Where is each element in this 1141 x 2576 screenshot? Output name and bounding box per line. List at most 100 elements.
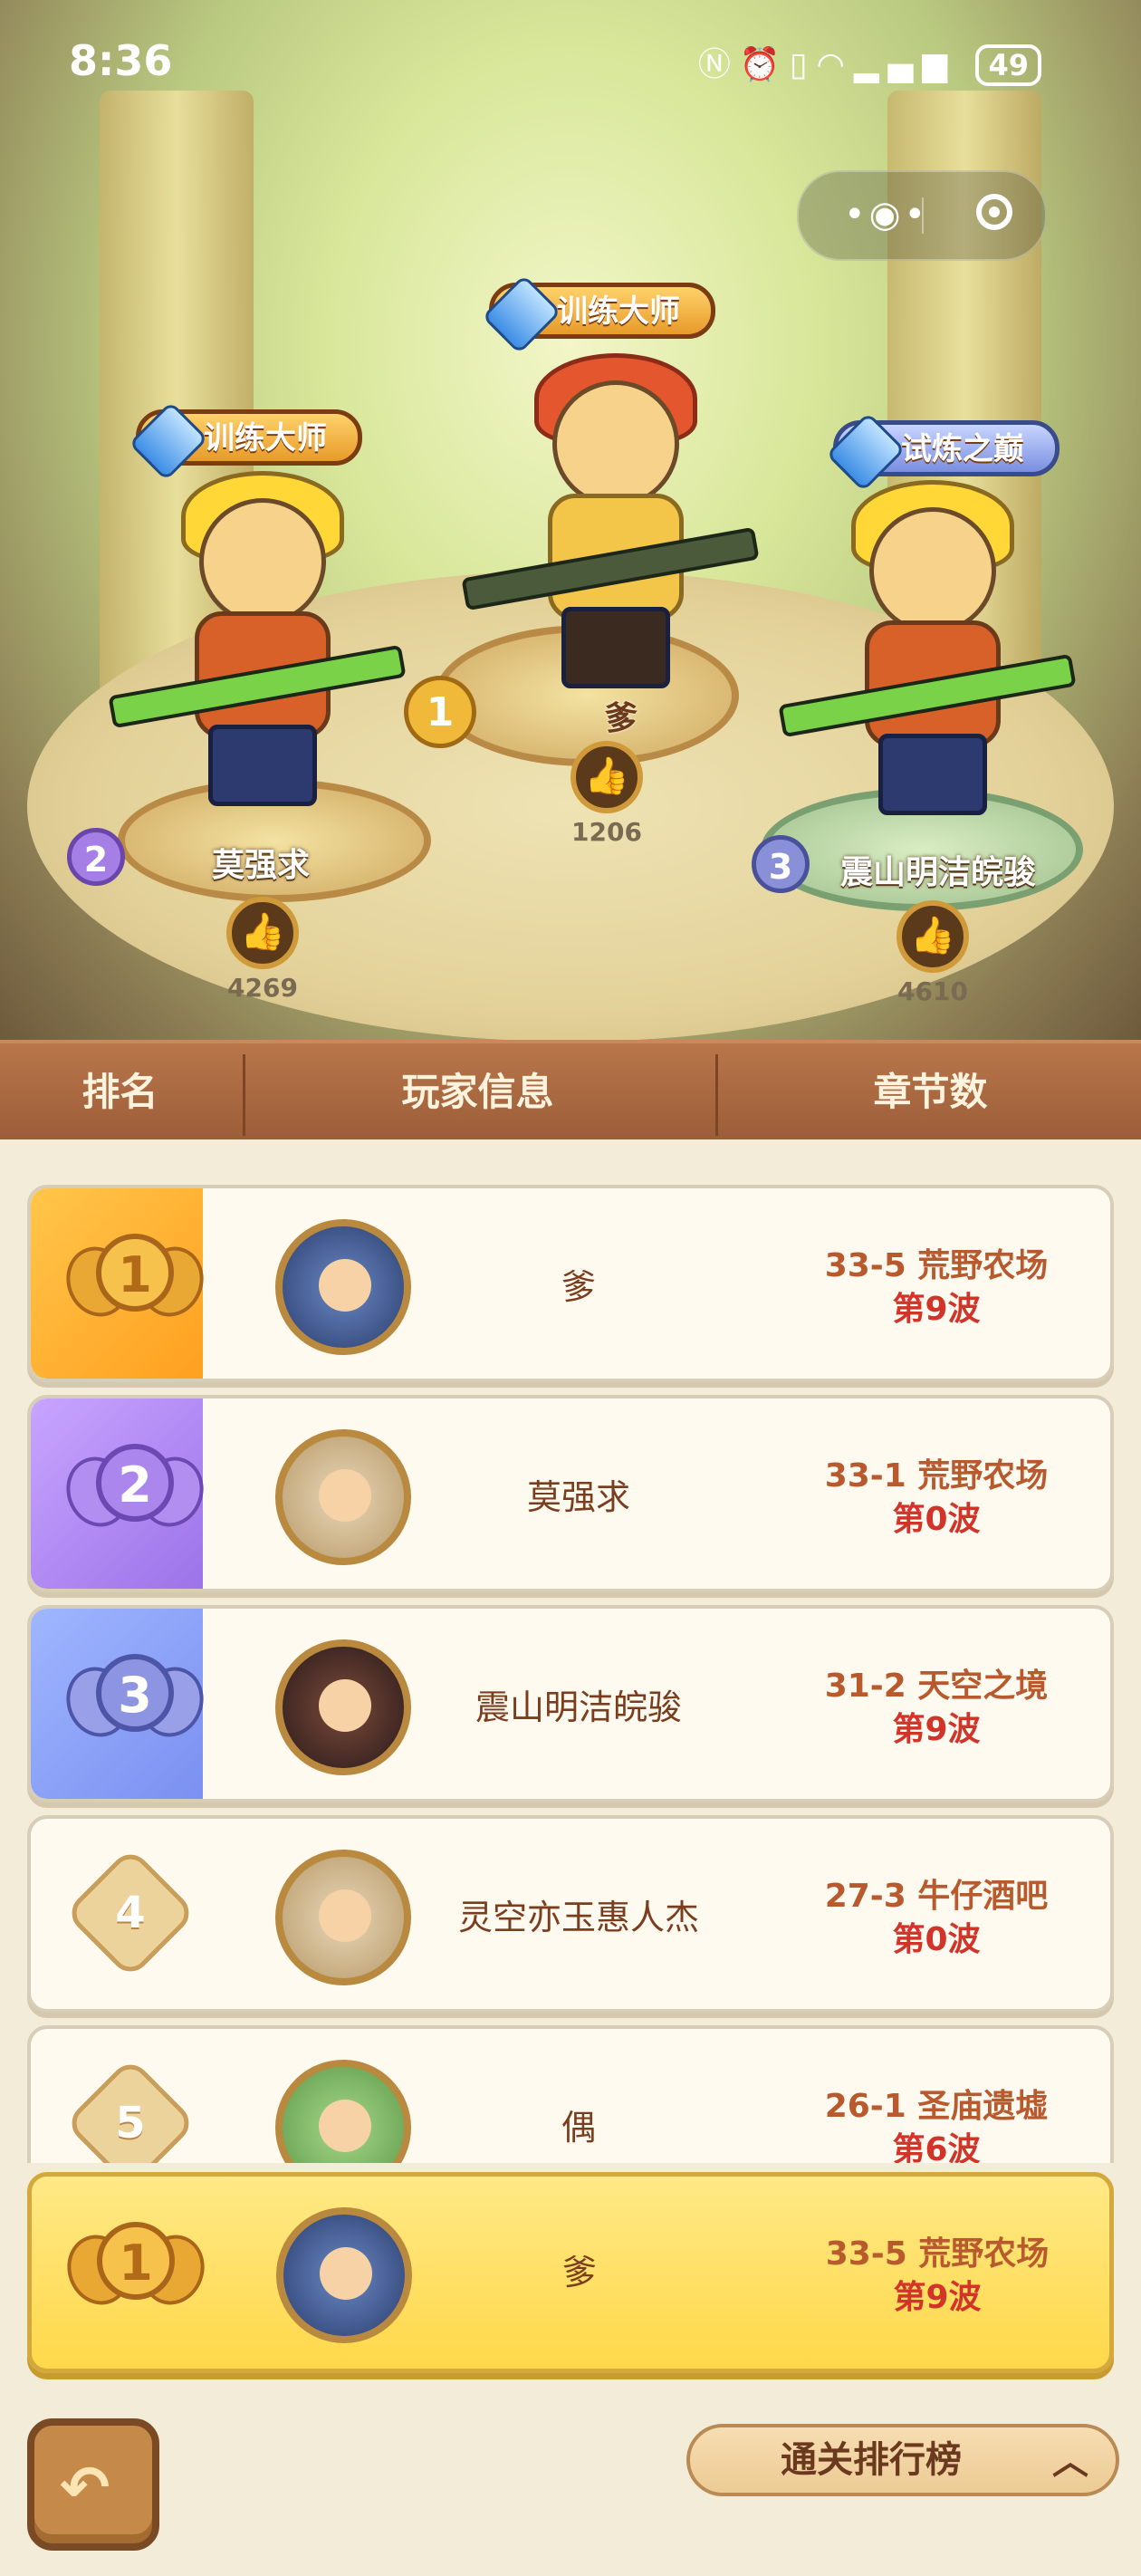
like-button-first[interactable]: 👍 [570,741,643,813]
capsule-divider [922,197,924,234]
avatar-face [319,1469,371,1522]
avatar-face [319,1679,371,1732]
hero-second[interactable] [108,471,407,806]
status-bar: 8:36 Ⓝ⏰▯◠▂▄▆ 49 [0,0,1141,127]
list-item[interactable]: 3 震山明洁皖骏 31-2 天空之境 第9波 [27,1605,1114,1802]
chapter-info: 26-1 圣庙遗墟 第6波 [764,2085,1108,2163]
title-badge-first: 训练大师 [481,274,715,355]
rank-medal: 1 [56,1228,214,1337]
back-button[interactable]: ↶ [27,2418,159,2551]
wave-text: 第0波 [892,1921,981,1958]
wave-text: 第0波 [892,1501,981,1538]
chapter-info: 27-3 牛仔酒吧 第0波 [764,1875,1108,1962]
header-player: 玩家信息 [401,1070,554,1114]
my-rank-row[interactable]: 1 爹 33-5 荒野农场 第9波 [27,2172,1114,2373]
title-badge-second: 训练大师 [128,400,362,482]
leaderboard-toggle-button[interactable]: 通关排行榜 ︿ [686,2424,1119,2496]
rank-number: 3 [96,1654,174,1732]
chapter-info: 33-1 荒野农场 第0波 [764,1455,1108,1542]
rank-number: 4 [115,1888,146,1938]
chapter-info: 31-2 天空之境 第9波 [764,1665,1108,1752]
rank-medal: 2 [56,1438,214,1547]
chapter-info: 33-5 荒野农场 第9波 [765,2233,1109,2320]
thumbs-up-icon: 👍 [584,755,629,797]
title-badge-third: 试炼之巅 [825,411,1060,493]
hero-third[interactable] [778,480,1077,815]
player-name: 莫强求 [526,1477,630,1517]
like-count-second: 4269 [227,973,298,1003]
list-item[interactable]: 1 爹 33-5 荒野农场 第9波 [27,1185,1114,1382]
hero-head [552,380,679,507]
chapter-text: 33-5 荒野农场 [824,1247,1049,1284]
player-name: 爹 [561,1267,596,1307]
avatar-face [319,1259,371,1312]
avatar[interactable] [275,1429,411,1565]
avatar[interactable] [275,1639,411,1775]
hero-first[interactable] [461,353,760,688]
status-icons: Ⓝ⏰▯◠▂▄▆ 49 [698,38,1041,86]
chapter-info: 33-5 荒野农场 第9波 [764,1245,1108,1331]
avatar[interactable] [276,2207,412,2343]
rank-number: 1 [97,2222,175,2300]
hero-legs [878,734,987,815]
avatar-face [320,2247,372,2300]
podium-name-first: 爹 [605,700,638,737]
rank-number: 2 [96,1444,174,1522]
title-text: 训练大师 [204,420,327,457]
nfc-icon: Ⓝ [697,46,740,83]
rank-number: 1 [96,1234,174,1312]
avatar-face [319,2100,371,2152]
avatar[interactable] [275,1219,411,1355]
chevron-up-icon: ︿ [1052,2441,1088,2483]
player-name: 偶 [561,2108,596,2148]
rank-emblem-first: 1 [404,676,476,748]
leaderboard-toggle-label: 通关排行榜 [781,2439,962,2481]
list-item[interactable]: 4 灵空亦玉惠人杰 27-3 牛仔酒吧 第0波 [27,1815,1114,2013]
hero-legs [561,607,670,688]
like-count-first: 1206 [571,817,642,847]
rank-medal: 3 [56,1648,214,1757]
leaderboard-header: 排名 玩家信息 章节数 [0,1040,1141,1145]
like-button-second[interactable]: 👍 [226,897,299,969]
header-rank: 排名 [82,1070,158,1114]
more-options-icon[interactable]: •◉• [844,194,929,235]
rank-medal: 1 [57,2216,215,2325]
4g-signal-icon: ▂▄▆ [853,46,957,83]
avatar[interactable] [275,1850,411,1985]
title-text: 试炼之巅 [901,431,1024,467]
rank-emblem-third: 3 [752,835,810,893]
wave-text: 第6波 [892,2131,981,2163]
thumbs-up-icon: 👍 [240,911,285,953]
player-name: 灵空亦玉惠人杰 [457,1898,699,1937]
hero-head [869,507,996,634]
podium-name-third: 震山明洁皖骏 [840,854,1037,891]
podium-name-second: 莫强求 [212,847,311,884]
header-divider [715,1054,718,1136]
title-text: 训练大师 [557,293,680,330]
like-count-third: 4610 [897,976,968,1006]
thumbs-up-icon: 👍 [910,915,955,956]
list-item[interactable]: 2 莫强求 33-1 荒野农场 第0波 [27,1395,1114,1592]
player-name: 震山明洁皖骏 [475,1687,682,1727]
vibrate-icon: ▯ [789,46,817,83]
avatar[interactable] [275,2060,411,2163]
podium-scene: 训练大师 训练大师 试炼之巅 1 2 3 莫强求 爹 震山明洁皖骏 👍 4269… [0,0,1141,1042]
close-target-icon[interactable] [976,194,1012,230]
leaderboard-list[interactable]: 1 爹 33-5 荒野农场 第9波 2 莫强求 33-1 荒野农场 第0波 3 … [27,1185,1114,2163]
rank-number: 5 [115,2098,146,2148]
chapter-text: 26-1 圣庙遗墟 [824,2088,1049,2125]
crystal-icon [481,274,562,355]
player-name: 爹 [561,2253,597,2292]
wave-text: 第9波 [892,1291,981,1328]
status-time: 8:36 [69,36,173,85]
wave-text: 第9波 [892,1711,981,1748]
chapter-text: 33-1 荒野农场 [824,1457,1049,1495]
hero-legs [208,725,317,806]
alarm-icon: ⏰ [739,46,790,83]
list-item[interactable]: 5 偶 26-1 圣庙遗墟 第6波 [27,2025,1114,2163]
avatar-face [319,1889,371,1942]
chapter-text: 33-5 荒野农场 [825,2235,1050,2273]
wifi-icon: ◠ [816,46,854,83]
like-button-third[interactable]: 👍 [896,900,969,973]
chapter-text: 31-2 天空之境 [824,1668,1049,1705]
